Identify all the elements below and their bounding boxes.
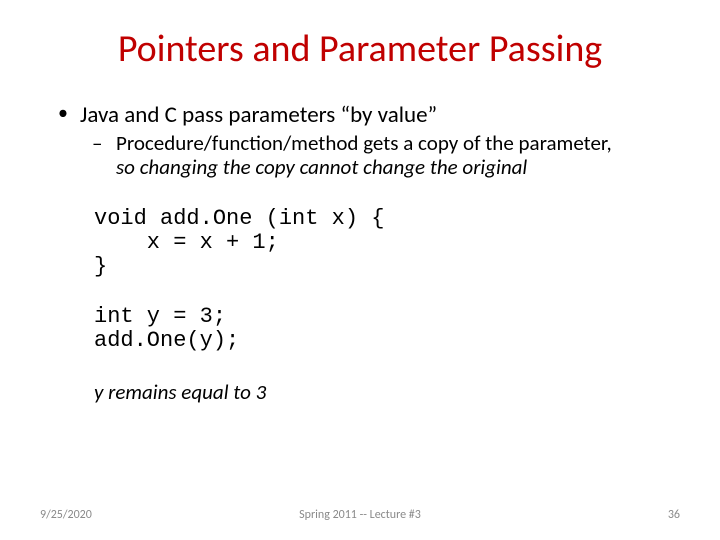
- footer-date: 9/25/2020: [40, 508, 92, 522]
- footer-page-number: 36: [668, 508, 680, 522]
- slide-footer: 9/25/2020 Spring 2011 -- Lecture #3 36: [0, 508, 720, 522]
- footer-center: Spring 2011 -- Lecture #3: [0, 508, 720, 522]
- code-block-1: void add.One (int x) { x = x + 1; }: [52, 207, 668, 280]
- bullet2-line1: Procedure/function/method gets a copy of…: [116, 130, 612, 156]
- bullet2-line2: so changing the copy cannot change the o…: [116, 154, 527, 180]
- slide-title: Pointers and Parameter Passing: [0, 0, 720, 72]
- bullet-level2: Procedure/function/method gets a copy of…: [52, 132, 668, 178]
- code-block-2: int y = 3; add.One(y);: [52, 305, 668, 353]
- slide: Pointers and Parameter Passing Java and …: [0, 0, 720, 540]
- slide-body: Java and C pass parameters “by value” Pr…: [0, 72, 720, 404]
- bullet-level1: Java and C pass parameters “by value”: [52, 102, 668, 128]
- conclusion-text: y remains equal to 3: [52, 380, 668, 404]
